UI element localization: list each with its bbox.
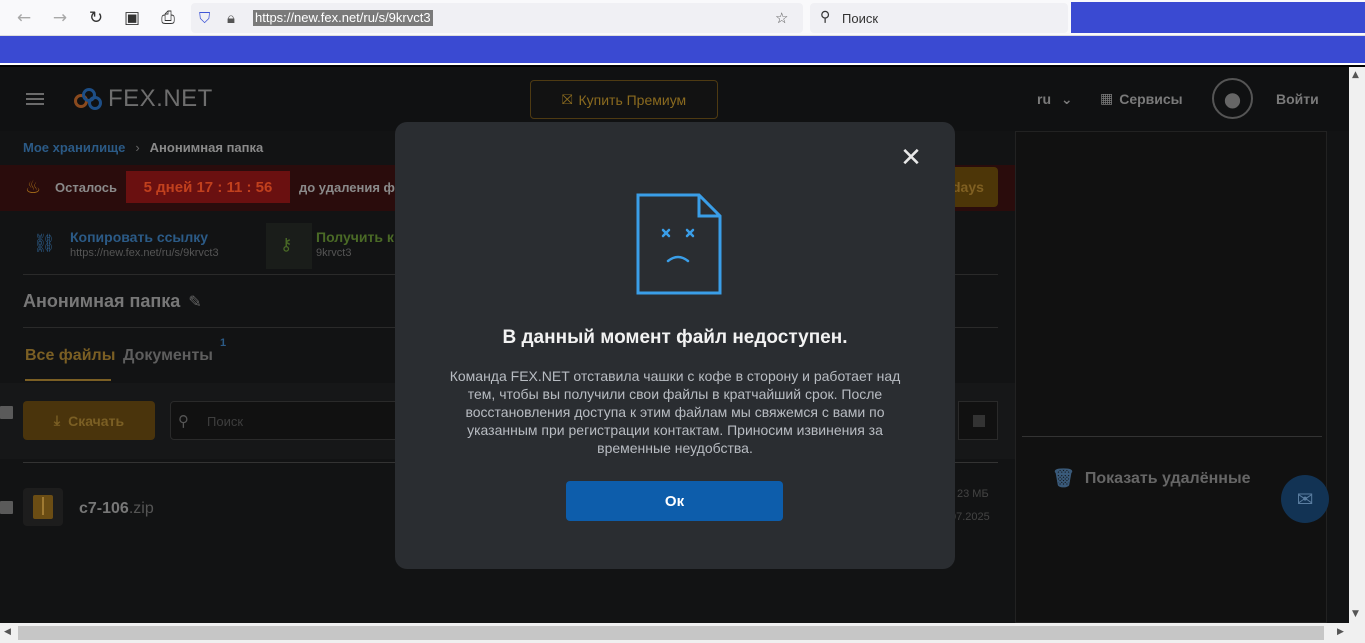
- file-search-input[interactable]: ⚲ Поиск: [170, 401, 405, 440]
- folder-title: Анонимная папка ✎: [23, 291, 202, 312]
- link-icon[interactable]: ⛓: [33, 233, 56, 254]
- fire-icon: ♨: [25, 177, 42, 198]
- logo-mark-icon: [74, 86, 104, 112]
- file-date: 07.2025: [950, 511, 990, 523]
- file-search-placeholder: Поиск: [207, 414, 244, 429]
- breadcrumb-root[interactable]: Мое хранилище: [23, 140, 125, 155]
- chevron-down-icon: ⌄: [1060, 92, 1073, 108]
- browser-overlay-block: [1071, 2, 1365, 33]
- download-label: Скачать: [68, 412, 125, 429]
- horizontal-scrollbar[interactable]: ◀ ▶: [0, 623, 1365, 643]
- buy-premium-label: Купить Премиум: [578, 91, 687, 108]
- tab-all-files[interactable]: Все файлы: [25, 347, 115, 365]
- zip-file-icon: [23, 488, 63, 526]
- key-button[interactable]: ⚷: [266, 223, 312, 269]
- trash-icon: 🗑︎: [1052, 468, 1075, 489]
- services-menu[interactable]: ▦ Сервисы: [1100, 91, 1183, 107]
- vertical-scrollbar[interactable]: ▲ ▼: [1349, 67, 1365, 623]
- documents-count-badge: 1: [220, 337, 227, 349]
- reload-icon[interactable]: ↻: [84, 7, 108, 29]
- show-deleted-button[interactable]: 🗑︎ Показать удалённые: [1052, 468, 1251, 489]
- download-button[interactable]: ⤓ Скачать: [23, 401, 155, 440]
- browser-search-placeholder: Поиск: [842, 11, 879, 26]
- menu-icon[interactable]: [26, 93, 44, 105]
- square-icon: [973, 415, 985, 427]
- get-key-link[interactable]: Получить к: [316, 229, 394, 245]
- gift-icon: ⛝: [561, 91, 573, 108]
- bookmark-star-icon[interactable]: ☆: [775, 9, 788, 27]
- grid-icon: ▦: [1100, 91, 1114, 107]
- logo-text: FEX.NET: [108, 85, 213, 112]
- shield-icon[interactable]: ⛉: [199, 9, 210, 27]
- back-arrow-icon[interactable]: ←: [12, 7, 36, 29]
- file-row-checkbox[interactable]: [0, 501, 13, 514]
- lock-icon[interactable]: 🔒︎: [227, 9, 235, 27]
- edit-pencil-icon[interactable]: ✎: [188, 292, 201, 311]
- avatar-icon[interactable]: ●: [1212, 78, 1253, 119]
- chevron-right-icon: ›: [135, 140, 140, 155]
- key-value: 9krvct3: [316, 247, 352, 259]
- language-select[interactable]: ru ⌄: [1037, 91, 1073, 108]
- services-label: Сервисы: [1119, 91, 1183, 107]
- key-icon: ⚷: [280, 235, 293, 255]
- countdown-timer: 5 дней 17 : 11 : 56: [126, 171, 290, 203]
- language-value: ru: [1037, 91, 1051, 107]
- address-bar[interactable]: ⛉ 🔒︎ https://new.fex.net/ru/s/9krvct3 ☆: [191, 3, 803, 33]
- share-url: https://new.fex.net/ru/s/9krvct3: [70, 247, 219, 259]
- breadcrumb-current: Анонимная папка: [149, 140, 264, 155]
- active-tab-indicator: [25, 379, 111, 381]
- file-name-base: c7-106: [79, 500, 129, 517]
- side-panel: 🗑︎ Показать удалённые: [1015, 131, 1327, 623]
- scroll-left-icon[interactable]: ◀: [4, 627, 11, 637]
- divider: [1022, 436, 1322, 437]
- warning-prefix: Осталось: [55, 180, 118, 195]
- scroll-right-icon[interactable]: ▶: [1337, 627, 1344, 637]
- file-size: 23 МБ: [957, 488, 989, 500]
- save-page-icon[interactable]: ▣: [120, 7, 144, 29]
- ok-button[interactable]: Ок: [566, 481, 783, 521]
- login-link[interactable]: Войти: [1276, 91, 1319, 107]
- url-text[interactable]: https://new.fex.net/ru/s/9krvct3: [253, 10, 433, 26]
- browser-search-input[interactable]: ⚲ Поиск: [810, 3, 1068, 33]
- mail-icon[interactable]: ✉: [1281, 475, 1329, 523]
- scroll-up-icon[interactable]: ▲: [1352, 70, 1359, 80]
- logo[interactable]: FEX.NET: [74, 85, 213, 113]
- copy-link-button[interactable]: Копировать ссылку: [70, 229, 208, 245]
- forward-arrow-icon[interactable]: →: [48, 7, 72, 29]
- download-icon: ⤓: [53, 412, 61, 429]
- show-deleted-label: Показать удалённые: [1084, 469, 1251, 487]
- buy-premium-button[interactable]: ⛝ Купить Премиум: [530, 80, 718, 119]
- print-icon[interactable]: ⎙: [156, 7, 180, 29]
- select-all-checkbox[interactable]: [0, 406, 13, 419]
- warning-suffix: до удаления фа: [299, 180, 403, 195]
- breadcrumb: Мое хранилище › Анонимная папка: [23, 140, 263, 155]
- dialog-message: Команда FEX.NET отставила чашки с кофе в…: [449, 368, 901, 456]
- folder-title-text: Анонимная папка: [23, 291, 181, 311]
- unavailable-dialog: ✕ В данный момент файл недоступен. Коман…: [395, 122, 955, 569]
- dialog-title: В данный момент файл недоступен.: [502, 327, 848, 348]
- search-icon: ⚲: [820, 9, 831, 25]
- scroll-down-icon[interactable]: ▼: [1352, 609, 1359, 619]
- scroll-thumb[interactable]: [18, 626, 1324, 640]
- close-icon[interactable]: ✕: [898, 145, 924, 171]
- file-name[interactable]: c7-106.zip: [79, 500, 154, 518]
- tab-documents[interactable]: Документы: [123, 347, 213, 365]
- sad-document-icon: [636, 193, 722, 295]
- browser-banner-strip: [0, 36, 1365, 65]
- browser-toolbar: ← → ↻ ▣ ⎙ ⛉ 🔒︎ https://new.fex.net/ru/s/…: [0, 0, 1365, 36]
- view-toggle-button[interactable]: [958, 401, 998, 440]
- search-icon: ⚲: [178, 412, 189, 430]
- file-extension: .zip: [128, 500, 154, 517]
